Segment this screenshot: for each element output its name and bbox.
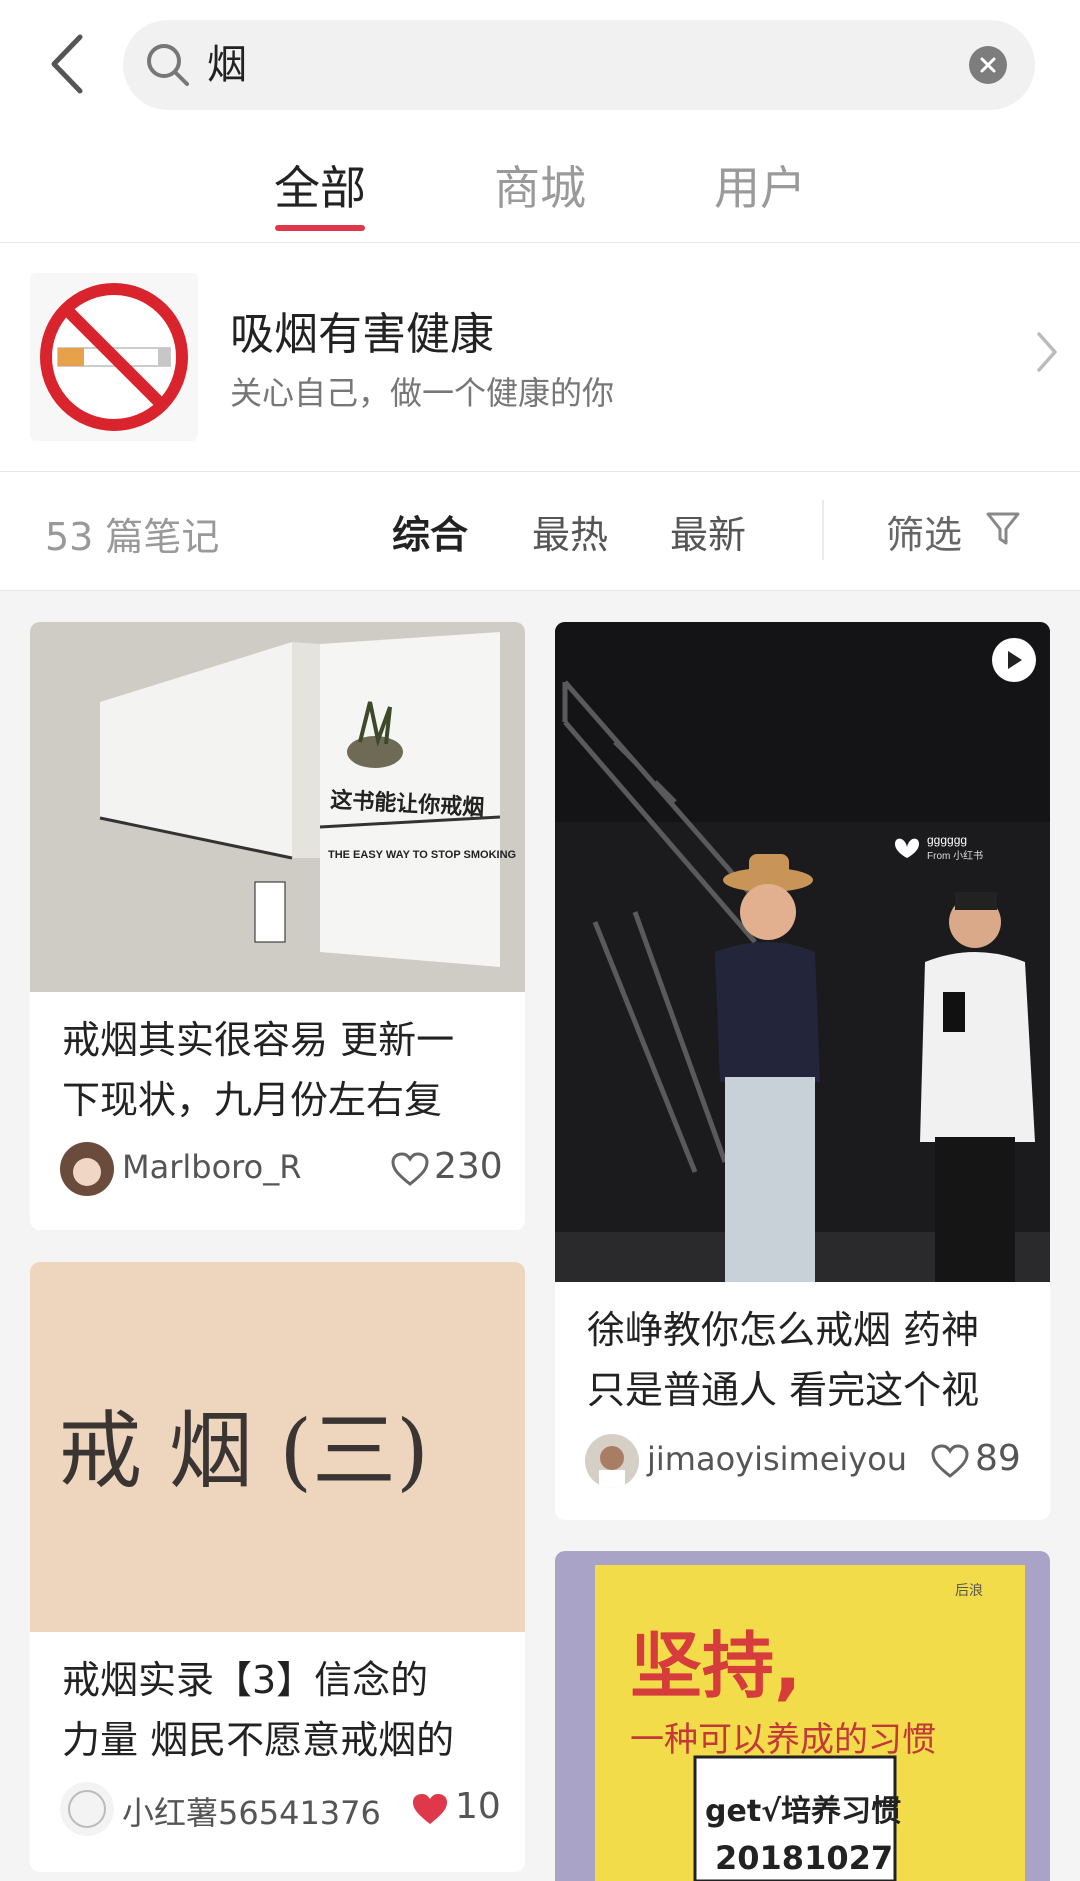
filter-icon — [986, 512, 1020, 545]
note-title: 徐峥教你怎么戒烟 药神 只是普通人 看完这个视 — [587, 1308, 980, 1412]
sticker-date: 20181027 — [715, 1839, 893, 1877]
heart-icon[interactable] — [930, 1443, 970, 1479]
tab-users[interactable]: 用户 — [670, 152, 850, 218]
avatar[interactable] — [60, 1782, 114, 1836]
clear-search-button[interactable] — [969, 46, 1007, 84]
handwriting-text: 戒 烟 (三) — [58, 1402, 429, 1500]
result-tabs: 全部 商城 用户 — [0, 140, 1080, 240]
banner-title: 吸烟有害健康 — [230, 309, 494, 360]
sort-comprehensive[interactable]: 综合 — [392, 504, 468, 559]
video-watermark-sub: From 小红书 — [927, 849, 983, 862]
note-count: 53 篇笔记 — [45, 515, 220, 559]
note-meta: Marlboro_R 230 — [60, 1142, 506, 1198]
poster-brand: 后浪 — [955, 1583, 983, 1599]
close-icon — [980, 57, 996, 73]
video-watermark: gggggg — [927, 833, 967, 847]
search-input[interactable]: 烟 — [123, 20, 1035, 110]
avatar[interactable] — [60, 1142, 114, 1196]
like-count: 10 — [455, 1786, 501, 1827]
author-name[interactable]: jimaoyisimeiyou — [647, 1440, 907, 1478]
tab-mall[interactable]: 商城 — [450, 152, 630, 218]
chevron-left-icon — [51, 34, 83, 94]
sticker-text: get√培养习惯 — [705, 1794, 901, 1829]
poster-sub-text: 一种可以养成的习惯 — [630, 1720, 936, 1760]
heart-filled-icon[interactable] — [410, 1791, 450, 1827]
author-name[interactable]: Marlboro_R — [122, 1148, 301, 1186]
search-icon — [147, 44, 189, 86]
sort-newest[interactable]: 最新 — [670, 504, 746, 559]
filter-button[interactable]: 筛选 — [886, 504, 962, 559]
like-count: 89 — [975, 1438, 1021, 1479]
tab-all[interactable]: 全部 — [230, 152, 410, 218]
no-smoking-icon — [30, 273, 198, 441]
note-meta: 小红薯56541376 10 — [60, 1782, 506, 1838]
avatar[interactable] — [585, 1434, 639, 1488]
sort-bar: 53 篇笔记 综合 最热 最新 筛选 — [0, 472, 1080, 591]
book-title-en: THE EASY WAY TO STOP SMOKING — [328, 849, 516, 861]
note-title: 戒烟实录【3】信念的 力量 烟民不愿意戒烟的 — [62, 1658, 455, 1762]
topic-banner[interactable]: 吸烟有害健康 关心自己，做一个健康的你 — [0, 243, 1080, 472]
note-card[interactable]: 后浪 坚持, 一种可以养成的习惯 get√培养习惯 20181027 — [555, 1551, 1050, 1881]
divider — [822, 500, 824, 560]
back-button[interactable] — [36, 28, 96, 100]
heart-icon[interactable] — [390, 1151, 430, 1187]
search-query: 烟 — [207, 42, 247, 88]
note-cover-image: 后浪 坚持, 一种可以养成的习惯 get√培养习惯 20181027 — [555, 1551, 1050, 1881]
like-count: 230 — [434, 1146, 503, 1187]
play-icon — [992, 638, 1036, 682]
top-bar: 烟 全部 商城 用户 — [0, 0, 1080, 243]
note-meta: jimaoyisimeiyou 89 — [585, 1434, 1031, 1490]
note-cover-image: gggggg From 小红书 — [555, 622, 1050, 1282]
note-cover-image: 这书能让你戒烟 THE EASY WAY TO STOP SMOKING — [30, 622, 525, 992]
note-card[interactable]: gggggg From 小红书 徐峥教你怎么戒烟 药神 只是普通人 看完这个视 … — [555, 622, 1050, 1520]
chevron-right-icon — [1037, 332, 1057, 372]
banner-subtitle: 关心自己，做一个健康的你 — [230, 374, 615, 412]
note-card[interactable]: 这书能让你戒烟 THE EASY WAY TO STOP SMOKING 戒烟其… — [30, 622, 525, 1230]
note-card[interactable]: 戒 烟 (三) 戒烟实录【3】信念的 力量 烟民不愿意戒烟的 小红薯565413… — [30, 1262, 525, 1872]
note-title: 戒烟其实很容易 更新一 下现状，九月份左右复 — [62, 1018, 455, 1122]
sort-hottest[interactable]: 最热 — [532, 504, 608, 559]
note-cover-image: 戒 烟 (三) — [30, 1262, 525, 1632]
poster-main-text: 坚持, — [630, 1624, 801, 1708]
active-tab-indicator — [275, 225, 365, 231]
author-name[interactable]: 小红薯56541376 — [122, 1788, 381, 1834]
